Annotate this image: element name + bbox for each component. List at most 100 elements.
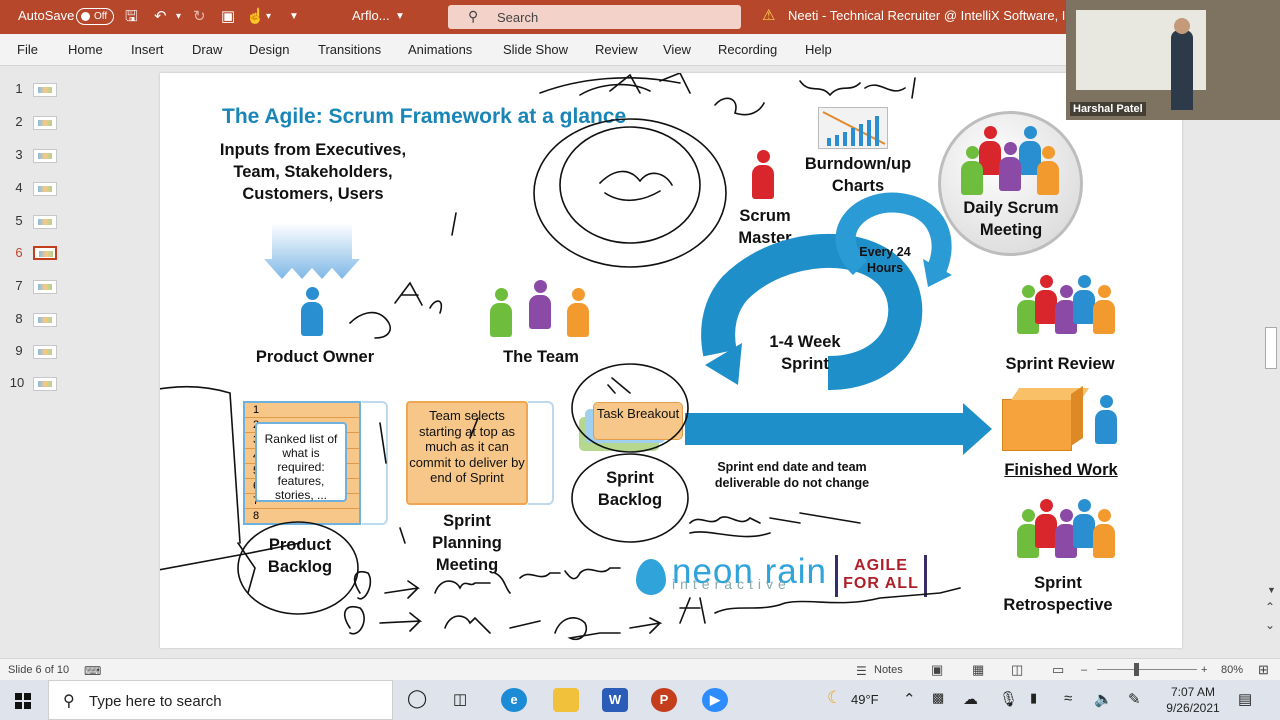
slide-thumbnail-7[interactable]: [33, 280, 57, 294]
tab-home[interactable]: Home: [68, 42, 103, 57]
scrollbar-thumb[interactable]: [1265, 327, 1277, 369]
thumb-number: 9: [15, 343, 23, 358]
warning-icon: ⚠: [762, 7, 776, 24]
zoom-slider-thumb[interactable]: [1134, 663, 1139, 676]
search-icon: ⚲: [468, 8, 479, 24]
zoom-out-icon[interactable]: –: [1081, 664, 1087, 676]
wifi-icon[interactable]: ≈: [1064, 690, 1072, 707]
autosave-label: AutoSave: [18, 8, 75, 23]
thumb-number-active: 6: [15, 245, 23, 260]
clock-time: 7:07 AM: [1170, 685, 1216, 699]
taskbar-search[interactable]: ⚲ Type here to search: [48, 680, 393, 720]
slide-sorter-icon[interactable]: ▦: [972, 662, 984, 678]
notifications-icon[interactable]: ▤: [1238, 690, 1252, 708]
slide-canvas[interactable]: The Agile: Scrum Framework at a glance I…: [160, 73, 1182, 648]
participant-name: Harshal Patel: [1070, 102, 1146, 116]
meet-now-icon[interactable]: ▩: [932, 690, 944, 706]
slide-counter: Slide 6 of 10: [8, 664, 70, 676]
scroll-down-icon[interactable]: ▼: [1267, 585, 1276, 595]
thumb-number: 1: [15, 81, 23, 96]
edge-icon[interactable]: e: [501, 688, 527, 712]
clock-date: 9/26/2021: [1166, 701, 1220, 715]
zoom-level[interactable]: 80%: [1221, 664, 1243, 676]
slide-thumbnail-9[interactable]: [33, 345, 57, 359]
slide-thumbnail-5[interactable]: [33, 215, 57, 229]
zoom-slider-track[interactable]: [1097, 669, 1197, 670]
touch-dropdown-icon[interactable]: ▾: [266, 8, 271, 25]
next-slide-icon[interactable]: ⌄: [1265, 618, 1275, 632]
present-icon[interactable]: ▣: [221, 8, 235, 25]
onedrive-icon[interactable]: ☁: [963, 690, 978, 708]
windows-start-icon[interactable]: [15, 693, 31, 709]
zoom-app-icon[interactable]: ▶: [702, 688, 728, 712]
slide-thumbnail-2[interactable]: [33, 116, 57, 130]
windows-taskbar: ⚲ Type here to search ◯ ◫ e W P ▶ ☾ 49°F…: [0, 680, 1280, 720]
normal-view-icon[interactable]: ▣: [931, 662, 943, 678]
thumb-number: 7: [15, 278, 23, 293]
tab-view[interactable]: View: [663, 42, 691, 57]
notes-icon[interactable]: ☰: [856, 664, 867, 678]
presenter-figure: [1171, 30, 1193, 110]
thumb-number: 8: [15, 311, 23, 326]
weather-icon[interactable]: ☾: [827, 688, 842, 708]
webcam-overlay: Harshal Patel: [1066, 0, 1280, 120]
touch-mode-icon[interactable]: ☝: [246, 8, 265, 25]
document-title[interactable]: Arflo...: [352, 8, 390, 23]
tab-file[interactable]: File: [17, 42, 38, 57]
zoom-in-icon[interactable]: +: [1201, 664, 1207, 676]
undo-dropdown-icon[interactable]: ▾: [176, 8, 181, 25]
previous-slide-icon[interactable]: ⌃: [1265, 600, 1275, 614]
thumb-number: 10: [9, 375, 25, 390]
tab-draw[interactable]: Draw: [192, 42, 222, 57]
weather-temp[interactable]: 49°F: [851, 692, 879, 707]
meeting-title: Neeti - Technical Recruiter @ IntelliX S…: [788, 8, 1083, 23]
slide-thumbnail-8[interactable]: [33, 313, 57, 327]
undo-icon[interactable]: ↶: [154, 8, 167, 25]
volume-icon[interactable]: 🔈: [1094, 690, 1113, 708]
slide-thumbnail-10[interactable]: [33, 377, 57, 391]
tab-help[interactable]: Help: [805, 42, 832, 57]
tab-design[interactable]: Design: [249, 42, 289, 57]
tab-review[interactable]: Review: [595, 42, 638, 57]
cortana-icon[interactable]: ◯: [407, 688, 427, 709]
vertical-scrollbar[interactable]: ▼ ⌃ ⌄: [1262, 73, 1280, 658]
search-icon: ⚲: [63, 693, 75, 710]
tab-insert[interactable]: Insert: [131, 42, 164, 57]
slide-thumbnail-1[interactable]: [33, 83, 57, 97]
save-icon[interactable]: 🖫: [125, 8, 138, 25]
slide-thumbnail-6[interactable]: [33, 246, 57, 260]
word-icon[interactable]: W: [602, 688, 628, 712]
presenter-head: [1174, 18, 1190, 34]
accessibility-icon[interactable]: ⌨: [84, 664, 101, 678]
customize-toolbar-icon[interactable]: ▼: [289, 8, 299, 25]
microphone-icon[interactable]: 🎙: [999, 690, 1018, 708]
show-hidden-icons[interactable]: ⌃: [903, 690, 916, 708]
status-bar: Slide 6 of 10 ⌨ ☰ Notes ▣ ▦ ◫ ▭ – + 80% …: [0, 658, 1280, 680]
thumb-number: 4: [15, 180, 23, 195]
doc-title-dropdown-icon[interactable]: ▼: [395, 8, 405, 25]
fit-to-window-icon[interactable]: ⊞: [1258, 662, 1269, 678]
taskbar-search-placeholder: Type here to search: [89, 693, 222, 710]
search-placeholder: Search: [497, 10, 539, 25]
task-view-icon[interactable]: ◫: [453, 690, 467, 708]
ink-annotations: [160, 73, 961, 641]
file-explorer-icon[interactable]: [553, 688, 579, 712]
system-clock[interactable]: 7:07 AM 9/26/2021: [1158, 684, 1228, 716]
slideshow-view-icon[interactable]: ▭: [1052, 662, 1064, 678]
tab-recording[interactable]: Recording: [718, 42, 777, 57]
battery-icon[interactable]: ▮: [1030, 690, 1037, 706]
tab-transitions[interactable]: Transitions: [318, 42, 381, 57]
powerpoint-icon[interactable]: P: [651, 688, 677, 712]
notes-button[interactable]: Notes: [874, 664, 903, 676]
thumb-number: 3: [15, 147, 23, 162]
reading-view-icon[interactable]: ◫: [1011, 662, 1023, 678]
search-box[interactable]: ⚲ Search: [448, 5, 741, 29]
redo-icon[interactable]: ↻: [193, 8, 206, 25]
autosave-toggle[interactable]: Off: [76, 8, 114, 25]
slide-thumbnail-4[interactable]: [33, 182, 57, 196]
pen-icon[interactable]: ✎: [1128, 690, 1141, 708]
tab-animations[interactable]: Animations: [408, 42, 472, 57]
thumb-number: 2: [15, 114, 23, 129]
tab-slide-show[interactable]: Slide Show: [503, 42, 568, 57]
slide-thumbnail-3[interactable]: [33, 149, 57, 163]
